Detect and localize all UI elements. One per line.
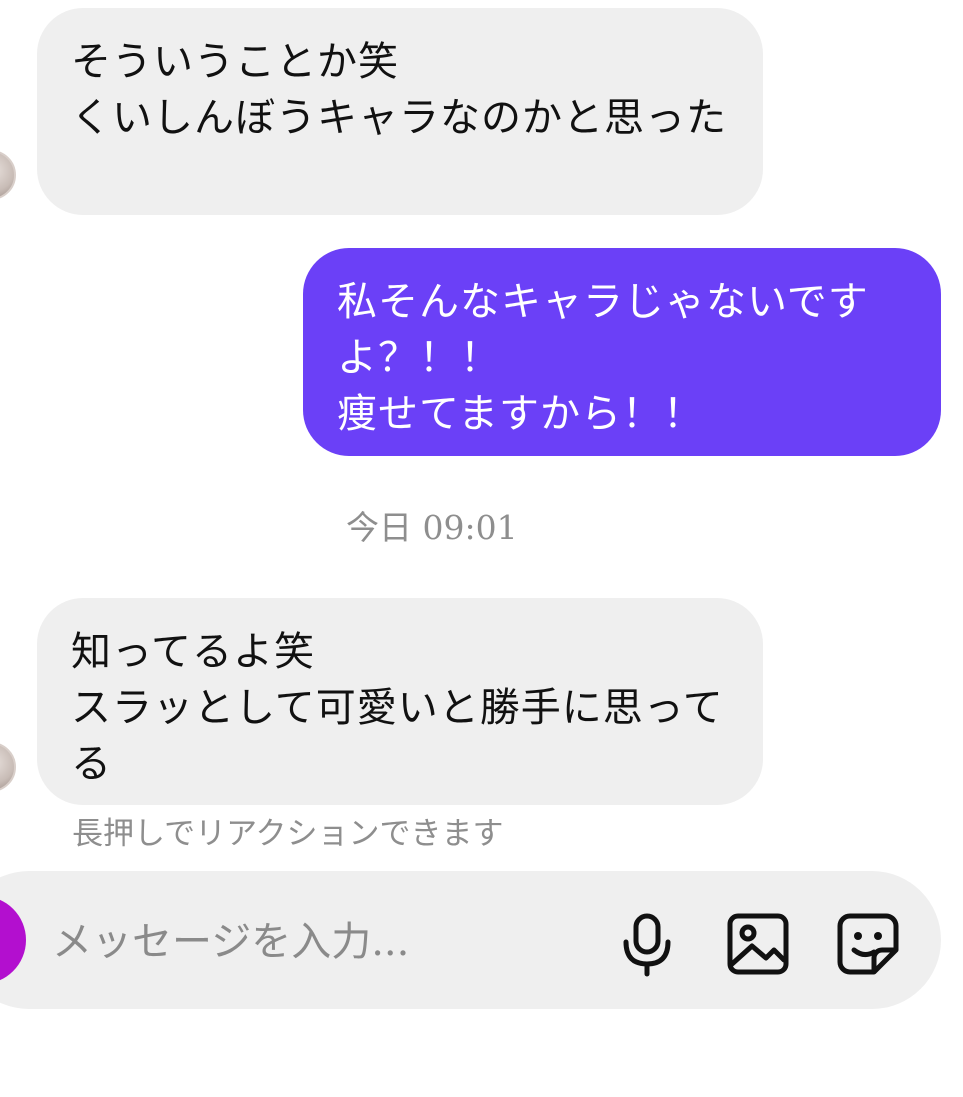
incoming-message-bubble[interactable]: そういうことか笑 くいしんぼうキャラなのかと思った (37, 8, 763, 215)
message-timestamp: 今日 09:01 (346, 508, 518, 547)
reaction-hint: 長押しでリアクションできます (72, 816, 504, 852)
sender-avatar[interactable] (0, 742, 16, 792)
sticker-icon[interactable] (832, 908, 904, 980)
incoming-message-bubble[interactable]: 知ってるよ笑 スラッとして可愛いと勝手に思ってる (37, 598, 763, 805)
chat-screen: そういうことか笑 くいしんぼうキャラなのかと思った 私そんなキャラじゃないですよ… (0, 0, 963, 1097)
image-icon[interactable] (722, 908, 794, 980)
microphone-icon[interactable] (611, 908, 683, 980)
outgoing-message-bubble[interactable]: 私そんなキャラじゃないですよ？！！ 痩せてますから！！ (303, 248, 941, 456)
sender-avatar[interactable] (0, 150, 16, 200)
message-input[interactable] (52, 912, 592, 972)
